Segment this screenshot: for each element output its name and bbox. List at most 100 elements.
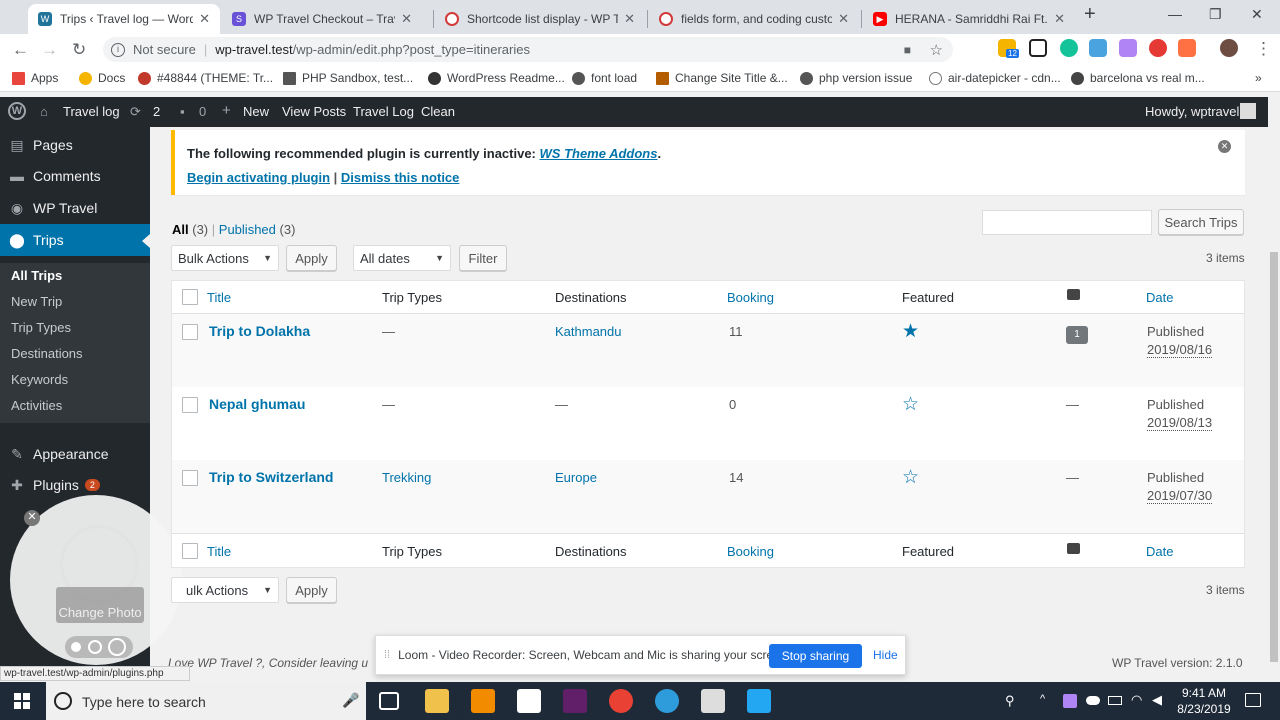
- new-link[interactable]: New: [243, 104, 269, 119]
- windows-start-icon[interactable]: [14, 693, 30, 709]
- bulk-actions-select[interactable]: Bulk Actions ▼: [171, 245, 279, 271]
- bookmark-font-load[interactable]: font load: [572, 71, 637, 85]
- wifi-icon[interactable]: ◠: [1131, 692, 1142, 708]
- featured-star-empty-icon[interactable]: ☆: [902, 466, 919, 489]
- stop-sharing-button[interactable]: Stop sharing: [769, 644, 862, 668]
- destination-link[interactable]: Europe: [555, 470, 597, 485]
- extension-grid-icon[interactable]: [1178, 39, 1196, 57]
- chevron-up-icon[interactable]: ^: [1040, 693, 1045, 705]
- extension-n-icon[interactable]: [1029, 39, 1047, 57]
- plugin-link[interactable]: WS Theme Addons: [540, 146, 658, 161]
- camera-icon[interactable]: ■: [904, 43, 911, 57]
- featured-star-empty-icon[interactable]: ☆: [902, 393, 919, 416]
- trip-title-link[interactable]: Trip to Switzerland: [209, 469, 333, 485]
- trip-type-link[interactable]: Trekking: [382, 470, 431, 485]
- vscode-icon[interactable]: [747, 689, 771, 713]
- filter-all[interactable]: All: [172, 222, 189, 237]
- browser-tab-youtube[interactable]: ▶ HERANA - Samriddhi Rai Ft. Ro ✕: [863, 4, 1075, 34]
- minimize-icon[interactable]: —: [1168, 6, 1182, 22]
- submenu-keywords[interactable]: Keywords: [11, 372, 68, 387]
- select-all-checkbox[interactable]: [182, 543, 198, 559]
- site-name-link[interactable]: Travel log: [63, 104, 120, 119]
- bookmark-theme[interactable]: #48844 (THEME: Tr...: [138, 71, 273, 85]
- begin-activating-link[interactable]: Begin activating plugin: [187, 170, 330, 185]
- sidebar-item-appearance[interactable]: ✎ Appearance: [0, 438, 150, 470]
- column-title[interactable]: Title: [207, 290, 231, 305]
- bookmark-php-sandbox[interactable]: PHP Sandbox, test...: [283, 71, 413, 85]
- submenu-destinations[interactable]: Destinations: [11, 346, 83, 361]
- updates-icon[interactable]: ⟳: [130, 104, 141, 120]
- sidebar-item-comments[interactable]: ▬ Comments: [0, 160, 150, 192]
- search-input[interactable]: [982, 210, 1152, 235]
- row-checkbox[interactable]: [182, 324, 198, 340]
- info-icon[interactable]: i: [111, 42, 125, 57]
- sublime-text-icon[interactable]: [471, 689, 495, 713]
- updates-count[interactable]: 2: [153, 104, 160, 119]
- submenu-new-trip[interactable]: New Trip: [11, 294, 62, 309]
- reload-icon[interactable]: ↻: [72, 40, 86, 60]
- clean-link[interactable]: Clean: [421, 104, 455, 119]
- row-checkbox[interactable]: [182, 397, 198, 413]
- select-all-checkbox[interactable]: [182, 289, 198, 305]
- file-explorer-icon[interactable]: [425, 689, 449, 713]
- extension-ft-icon[interactable]: [1089, 39, 1107, 57]
- trip-title-link[interactable]: Nepal ghumau: [209, 396, 305, 412]
- restore-icon[interactable]: ❐: [1209, 6, 1222, 23]
- close-bubble-icon[interactable]: ✕: [24, 510, 40, 526]
- column-booking[interactable]: Booking: [727, 290, 774, 305]
- browser-tab-shortcode[interactable]: Shortcode list display - WP Tra ✕: [435, 4, 645, 34]
- browser-tab-fields[interactable]: fields form, and coding custom ✕: [649, 4, 859, 34]
- mail-icon[interactable]: [701, 689, 725, 713]
- star-bookmark-icon[interactable]: ☆: [930, 41, 943, 59]
- bookmark-barcelona[interactable]: barcelona vs real m...: [1071, 71, 1205, 85]
- slack-icon[interactable]: [563, 689, 587, 713]
- wordpress-logo-icon[interactable]: W: [8, 102, 26, 120]
- page-scrollbar[interactable]: [1268, 97, 1280, 665]
- bookmark-php-version[interactable]: php version issue: [800, 71, 912, 85]
- taskbar-search-box[interactable]: Type here to search 🎤: [46, 682, 366, 720]
- chrome-icon[interactable]: [609, 689, 633, 713]
- system-clock[interactable]: 9:41 AM 8/23/2019: [1176, 685, 1232, 717]
- forward-arrow-icon[interactable]: →: [41, 40, 58, 60]
- sidebar-item-trips[interactable]: ⬤ Trips: [0, 224, 150, 256]
- column-booking[interactable]: Booking: [727, 544, 774, 559]
- destination-link[interactable]: Kathmandu: [555, 324, 622, 339]
- change-photo-button[interactable]: Change Photo: [56, 587, 144, 623]
- dismiss-notice-link[interactable]: Dismiss this notice: [341, 170, 459, 185]
- column-date[interactable]: Date: [1146, 290, 1173, 305]
- featured-star-filled-icon[interactable]: ★: [902, 320, 919, 343]
- browser-tab-checkout[interactable]: S WP Travel Checkout – Travel lo ✕: [222, 4, 422, 34]
- apply-button-bottom[interactable]: Apply: [286, 577, 337, 603]
- back-arrow-icon[interactable]: ←: [12, 40, 29, 60]
- extension-red-icon[interactable]: [1149, 39, 1167, 57]
- sidebar-item-plugins[interactable]: ✚ Plugins 2: [0, 469, 150, 501]
- comment-count-bubble[interactable]: 1: [1066, 326, 1088, 344]
- close-window-icon[interactable]: ✕: [1251, 6, 1263, 23]
- drag-handle-icon[interactable]: ⁞⁞: [384, 649, 390, 661]
- bookmark-change-site-title[interactable]: Change Site Title &...: [656, 71, 788, 85]
- bookmark-wp-readme[interactable]: WordPress Readme...: [428, 71, 565, 85]
- submenu-trip-types[interactable]: Trip Types: [11, 320, 71, 335]
- sidebar-item-pages[interactable]: ▤ Pages: [0, 129, 150, 161]
- tray-pen-icon[interactable]: [1063, 694, 1077, 708]
- view-posts-link[interactable]: View Posts: [282, 104, 346, 119]
- profile-avatar[interactable]: [1220, 39, 1238, 57]
- comments-count[interactable]: 0: [199, 104, 206, 119]
- plus-icon[interactable]: +: [222, 102, 231, 119]
- comment-bubble-icon[interactable]: ▪: [180, 104, 185, 119]
- edge-icon[interactable]: [655, 689, 679, 713]
- close-tab-icon[interactable]: ✕: [624, 11, 635, 27]
- close-notice-icon[interactable]: ✕: [1218, 140, 1231, 153]
- filter-button[interactable]: Filter: [459, 245, 507, 271]
- grammarly-icon[interactable]: [1060, 39, 1078, 57]
- submenu-all-trips[interactable]: All Trips: [11, 268, 62, 283]
- extension-icon[interactable]: 12: [998, 39, 1019, 58]
- volume-icon[interactable]: ◀: [1152, 692, 1162, 708]
- bubble-size-toggle[interactable]: [65, 636, 133, 658]
- onedrive-cloud-icon[interactable]: [1086, 696, 1100, 705]
- browser-tab-trips[interactable]: W Trips ‹ Travel log — WordPress ✕: [28, 4, 220, 34]
- bookmark-air-datepicker[interactable]: air-datepicker - cdn...: [929, 71, 1061, 85]
- notifications-icon[interactable]: [1245, 693, 1261, 707]
- close-tab-icon[interactable]: ✕: [401, 11, 412, 27]
- close-tab-icon[interactable]: ✕: [838, 11, 849, 27]
